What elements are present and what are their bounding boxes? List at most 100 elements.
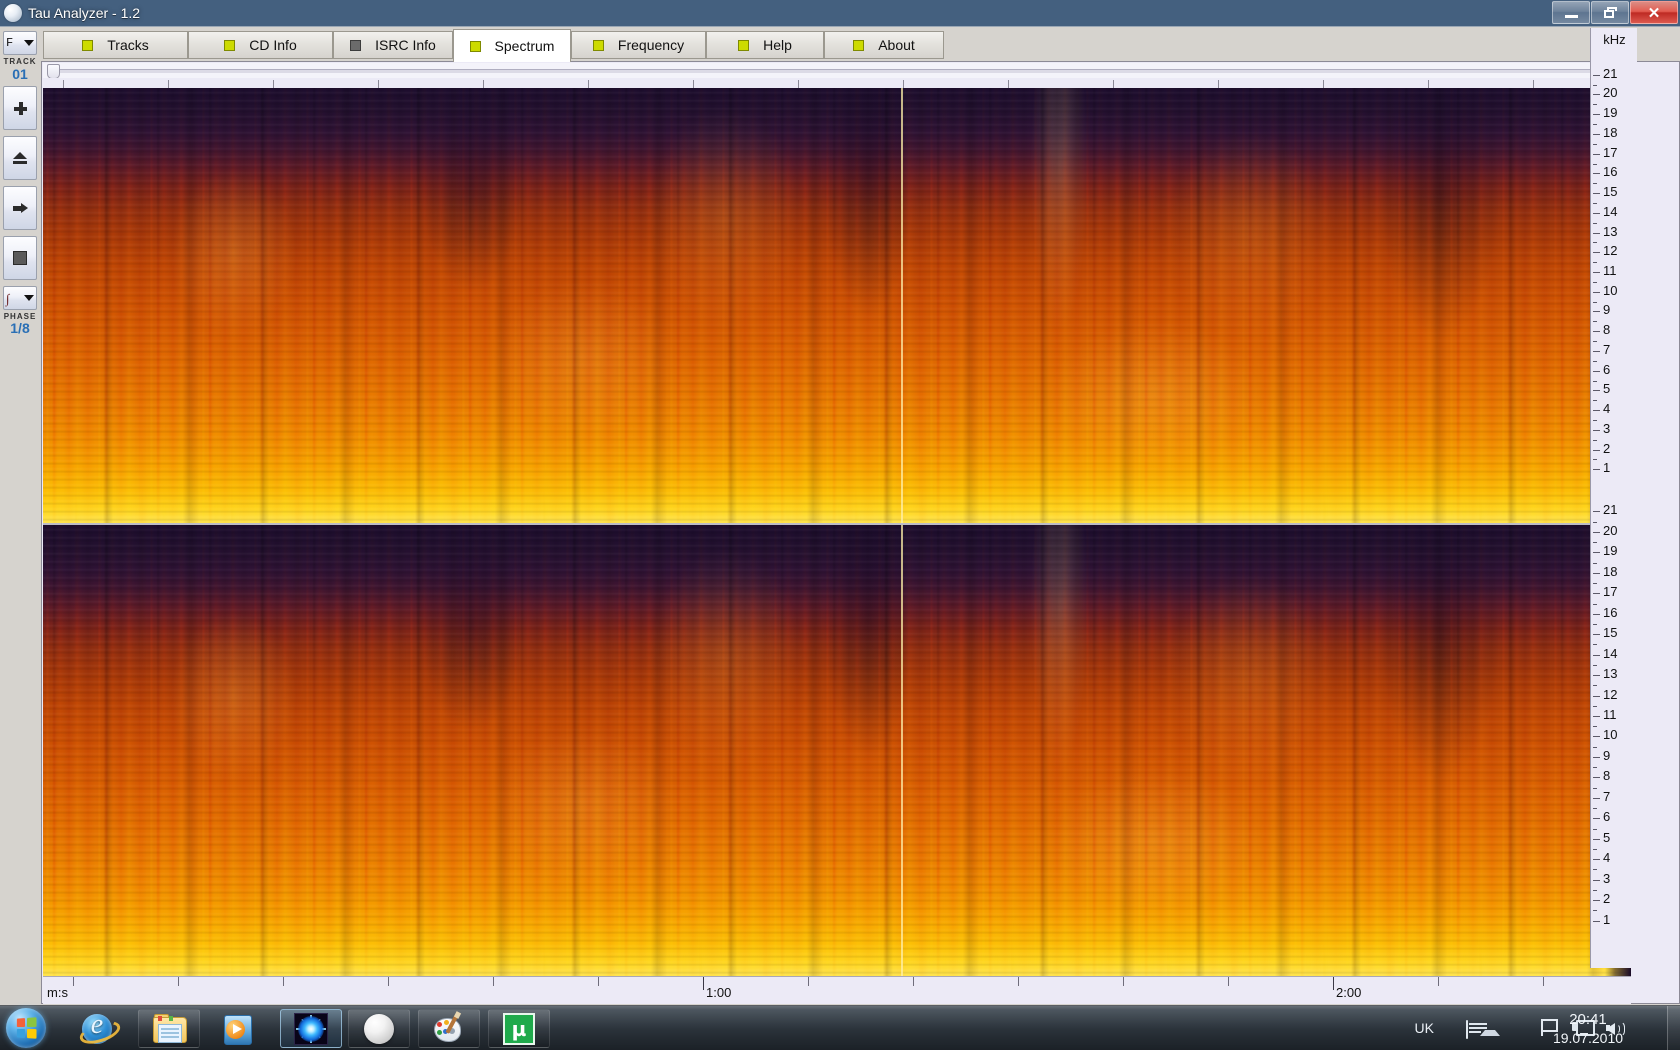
- blue-burst-icon: [294, 1013, 328, 1045]
- right-channel-spectrogram[interactable]: [43, 525, 1631, 976]
- freq-tick: [1593, 94, 1600, 95]
- track-select[interactable]: F: [3, 31, 37, 55]
- freq-tick: [1593, 532, 1600, 533]
- scrollbar-track[interactable]: [59, 69, 1627, 73]
- freq-minor-tick: [1593, 522, 1597, 523]
- left-channel-spectrogram[interactable]: [43, 88, 1631, 523]
- stop-square-icon: [13, 251, 27, 265]
- minimize-button[interactable]: [1552, 1, 1590, 24]
- window-title: Tau Analyzer - 1.2: [28, 3, 140, 23]
- taskbar-sphere-app[interactable]: [348, 1009, 410, 1048]
- ruler-tick: [168, 80, 169, 88]
- freq-tick-label: 7: [1603, 342, 1633, 357]
- taskbar-utorrent[interactable]: µ: [488, 1009, 550, 1048]
- window-titlebar[interactable]: Tau Analyzer - 1.2 ✕: [0, 0, 1680, 26]
- freq-minor-tick: [1593, 829, 1597, 830]
- tab-about-label: About: [878, 37, 915, 53]
- left-channel-scanlines: [43, 88, 1631, 523]
- keyboard-icon[interactable]: [1466, 1020, 1468, 1039]
- spectrogram-canvas[interactable]: [43, 88, 1631, 976]
- freq-minor-tick: [1593, 726, 1597, 727]
- freq-tick-label: 4: [1603, 850, 1633, 865]
- freq-tick: [1593, 390, 1600, 391]
- maximize-button[interactable]: [1591, 1, 1629, 24]
- freq-tick: [1593, 430, 1600, 431]
- spectrum-horizontal-scrollbar[interactable]: [43, 63, 1631, 79]
- tab-about[interactable]: About: [824, 31, 944, 59]
- time-tick: [1018, 977, 1019, 986]
- ruler-tick: [1428, 80, 1429, 88]
- tab-cd-info[interactable]: CD Info: [188, 31, 333, 59]
- freq-tick-label: 16: [1603, 605, 1633, 620]
- right-channel-transient: [901, 525, 903, 976]
- frequency-axis-unit: kHz: [1591, 32, 1638, 47]
- freq-tick: [1593, 839, 1600, 840]
- right-channel-scanlines: [43, 525, 1631, 976]
- freq-minor-tick: [1593, 242, 1597, 243]
- time-tick-label: 2:00: [1336, 985, 1361, 1000]
- ruler-tick: [798, 80, 799, 88]
- clock-date: 19.07.2010: [1528, 1029, 1648, 1047]
- taskbar-internet-explorer[interactable]: [66, 1009, 128, 1048]
- taskbar-media-player[interactable]: [208, 1009, 270, 1048]
- freq-minor-tick: [1593, 104, 1597, 105]
- time-tick: [493, 977, 494, 986]
- ruler-tick: [273, 80, 274, 88]
- window-client-area: F TRACK 01 ∫: [0, 26, 1680, 1006]
- tab-isrc-info[interactable]: ISRC Info: [333, 31, 453, 59]
- eject-button[interactable]: [3, 136, 37, 180]
- time-tick: [178, 977, 179, 986]
- taskbar-tau-analyzer[interactable]: [280, 1009, 342, 1048]
- taskbar-windows-explorer[interactable]: [138, 1009, 200, 1048]
- show-hidden-icons-button[interactable]: [1480, 1024, 1500, 1036]
- spectrum-panel: m:s 1:002:00: [41, 61, 1680, 1004]
- freq-minor-tick: [1593, 808, 1597, 809]
- tab-tracks-label: Tracks: [107, 37, 148, 53]
- clock[interactable]: 20:41 19.07.2010: [1528, 1011, 1648, 1047]
- freq-minor-tick: [1593, 85, 1597, 86]
- tau-analyzer-window: Tau Analyzer - 1.2 ✕ F TRA: [0, 0, 1680, 1005]
- freq-minor-tick: [1593, 706, 1597, 707]
- white-sphere-icon: [364, 1014, 394, 1044]
- freq-tick: [1593, 371, 1600, 372]
- freq-tick: [1593, 798, 1600, 799]
- scale-select[interactable]: ∫: [3, 286, 37, 310]
- start-button[interactable]: [6, 1008, 46, 1048]
- next-button[interactable]: [3, 186, 37, 230]
- tab-help[interactable]: Help: [706, 31, 824, 59]
- scrollbar-thumb[interactable]: [47, 64, 60, 79]
- chevron-down-icon: [24, 40, 34, 46]
- show-desktop-button[interactable]: [1667, 1006, 1680, 1050]
- freq-minor-tick: [1593, 124, 1597, 125]
- time-axis-unit: m:s: [47, 985, 68, 1000]
- top-ruler: [43, 78, 1631, 88]
- tab-tracks[interactable]: Tracks: [43, 31, 188, 59]
- ruler-tick: [903, 80, 904, 88]
- freq-minor-tick: [1593, 459, 1597, 460]
- tab-spectrum[interactable]: Spectrum: [453, 29, 571, 62]
- freq-minor-tick: [1593, 910, 1597, 911]
- freq-minor-tick: [1593, 890, 1597, 891]
- freq-tick: [1593, 818, 1600, 819]
- stop-button[interactable]: [3, 236, 37, 280]
- freq-tick: [1593, 213, 1600, 214]
- plus-icon: [14, 102, 27, 115]
- tab-frequency[interactable]: Frequency: [571, 31, 706, 59]
- freq-tick: [1593, 173, 1600, 174]
- close-button[interactable]: ✕: [1630, 1, 1678, 24]
- freq-tick: [1593, 655, 1600, 656]
- tray-language[interactable]: UK: [1415, 1020, 1434, 1036]
- tab-cd-info-label: CD Info: [249, 37, 296, 53]
- add-button[interactable]: [3, 86, 37, 130]
- freq-minor-tick: [1593, 420, 1597, 421]
- green-square-icon: [224, 40, 235, 51]
- freq-tick-label: 3: [1603, 421, 1633, 436]
- freq-tick: [1593, 351, 1600, 352]
- ruler-tick: [693, 80, 694, 88]
- taskbar: µ UK 20:41 19.07.2010: [0, 1005, 1680, 1050]
- freq-minor-tick: [1593, 869, 1597, 870]
- time-tick: [1228, 977, 1229, 986]
- taskbar-paint[interactable]: [418, 1009, 480, 1048]
- clock-time: 20:41: [1528, 1011, 1648, 1029]
- freq-tick-label: 6: [1603, 809, 1633, 824]
